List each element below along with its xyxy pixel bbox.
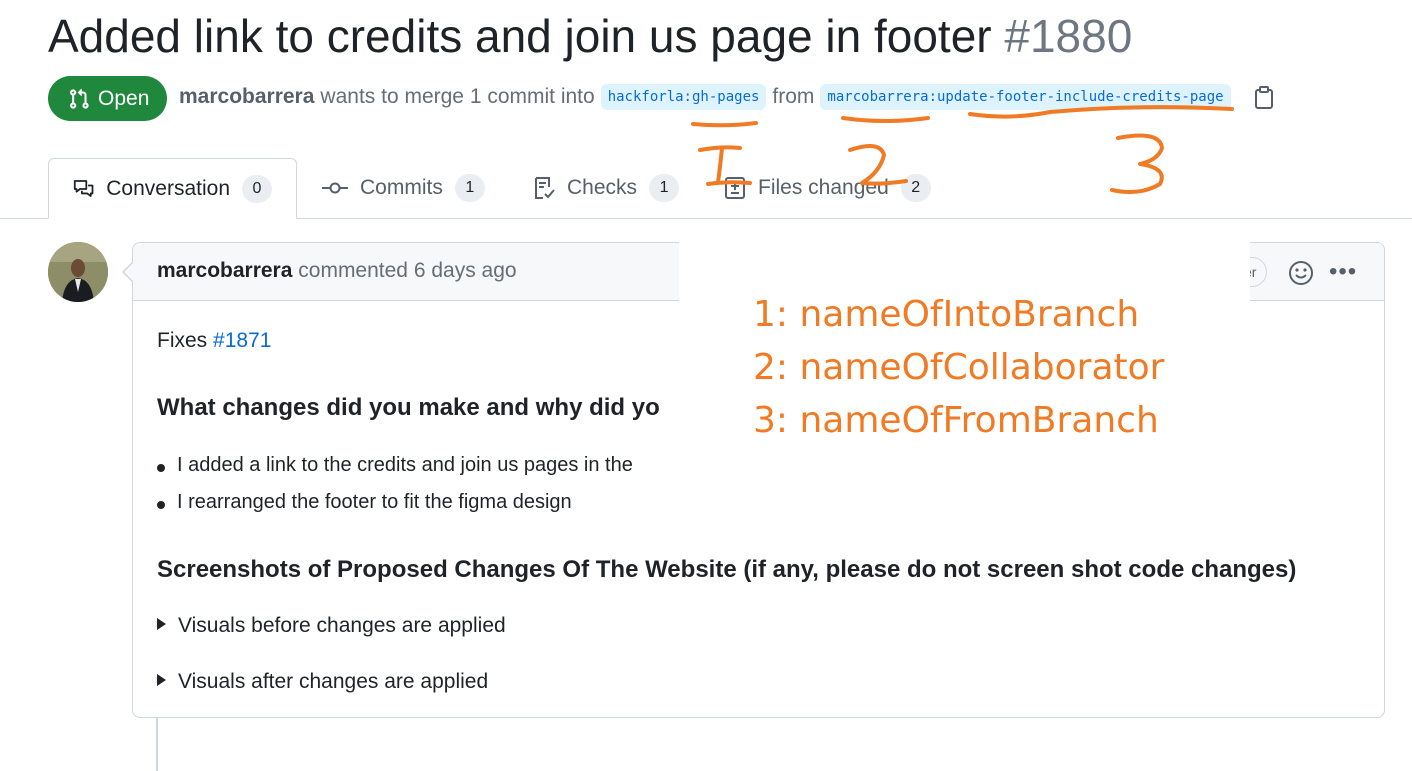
tab-commits[interactable]: Commits 1 <box>298 158 509 218</box>
tab-count: 0 <box>242 174 272 203</box>
tab-count: 1 <box>454 174 485 202</box>
details-before[interactable]: Visuals before changes are applied <box>157 614 506 638</box>
list-item: I added a link to the credits and join u… <box>157 454 633 476</box>
smiley-icon[interactable] <box>1288 260 1314 286</box>
from-text: from <box>772 85 815 108</box>
pr-title-text: Added link to credits and join us page i… <box>48 10 992 62</box>
triangle-right-icon <box>157 674 166 687</box>
checklist-icon <box>535 177 555 199</box>
tab-checks[interactable]: Checks 1 <box>509 158 703 218</box>
copy-icon[interactable] <box>1254 86 1274 110</box>
list-item: I rearranged the footer to fit the figma… <box>157 491 572 513</box>
details-label: Visuals before changes are applied <box>178 614 506 637</box>
head-branch[interactable]: marcobarrera:update-footer-include-credi… <box>820 84 1231 110</box>
details-label: Visuals after changes are applied <box>178 670 489 693</box>
section-heading-changes: What changes did you make and why did yo <box>157 394 660 421</box>
fixes-line: Fixes #1871 <box>157 329 271 353</box>
tab-label: Commits <box>360 176 443 199</box>
pr-state-label: Open <box>98 86 150 110</box>
tab-label: Conversation <box>106 176 230 200</box>
annotation-legend-3: 3: nameOfFromBranch <box>753 400 1159 441</box>
pr-number: #1880 <box>1004 10 1133 62</box>
tab-files-changed[interactable]: Files changed 2 <box>700 158 955 218</box>
base-branch[interactable]: hackforla:gh-pages <box>600 84 767 110</box>
comment-caret-inner <box>124 263 133 281</box>
underline-1 <box>691 121 758 128</box>
git-commit-icon <box>322 182 348 194</box>
pr-state-badge: Open <box>48 76 167 121</box>
triangle-right-icon <box>157 618 166 631</box>
timeline-line <box>156 718 158 771</box>
git-pull-request-icon <box>70 88 89 109</box>
annotation-legend-2: 2: nameOfCollaborator <box>753 347 1165 388</box>
comment-meta: marcobarrera commented 6 days ago <box>157 259 517 283</box>
pr-meta: marcobarrera wants to merge 1 commit int… <box>179 84 1231 110</box>
tab-count: 1 <box>649 174 680 202</box>
comment-discussion-icon <box>73 179 94 197</box>
details-after[interactable]: Visuals after changes are applied <box>157 670 488 694</box>
comment-author[interactable]: marcobarrera <box>157 259 292 282</box>
pr-title: Added link to credits and join us page i… <box>48 8 1132 64</box>
tab-conversation[interactable]: Conversation 0 <box>48 158 297 219</box>
underline-2 <box>841 116 930 123</box>
issue-link[interactable]: #1871 <box>213 329 271 352</box>
tab-count: 2 <box>900 174 931 202</box>
file-diff-icon <box>725 177 745 199</box>
section-heading-screenshots: Screenshots of Proposed Changes Of The W… <box>157 556 1297 583</box>
tab-label: Files changed <box>758 176 889 199</box>
merge-text: wants to merge 1 commit into <box>320 85 595 108</box>
tab-label: Checks <box>567 176 638 199</box>
fixes-label: Fixes <box>157 329 208 352</box>
kebab-horizontal-icon[interactable]: ••• <box>1329 258 1357 286</box>
pr-tabs: Conversation 0 Commits 1 Checks 1 Files … <box>0 158 1412 219</box>
annotation-legend-1: 1: nameOfIntoBranch <box>753 294 1140 335</box>
avatar-image <box>48 242 108 302</box>
comment-timestamp[interactable]: commented 6 days ago <box>298 259 516 282</box>
avatar[interactable] <box>48 242 108 302</box>
pr-author-link[interactable]: marcobarrera <box>179 85 314 109</box>
